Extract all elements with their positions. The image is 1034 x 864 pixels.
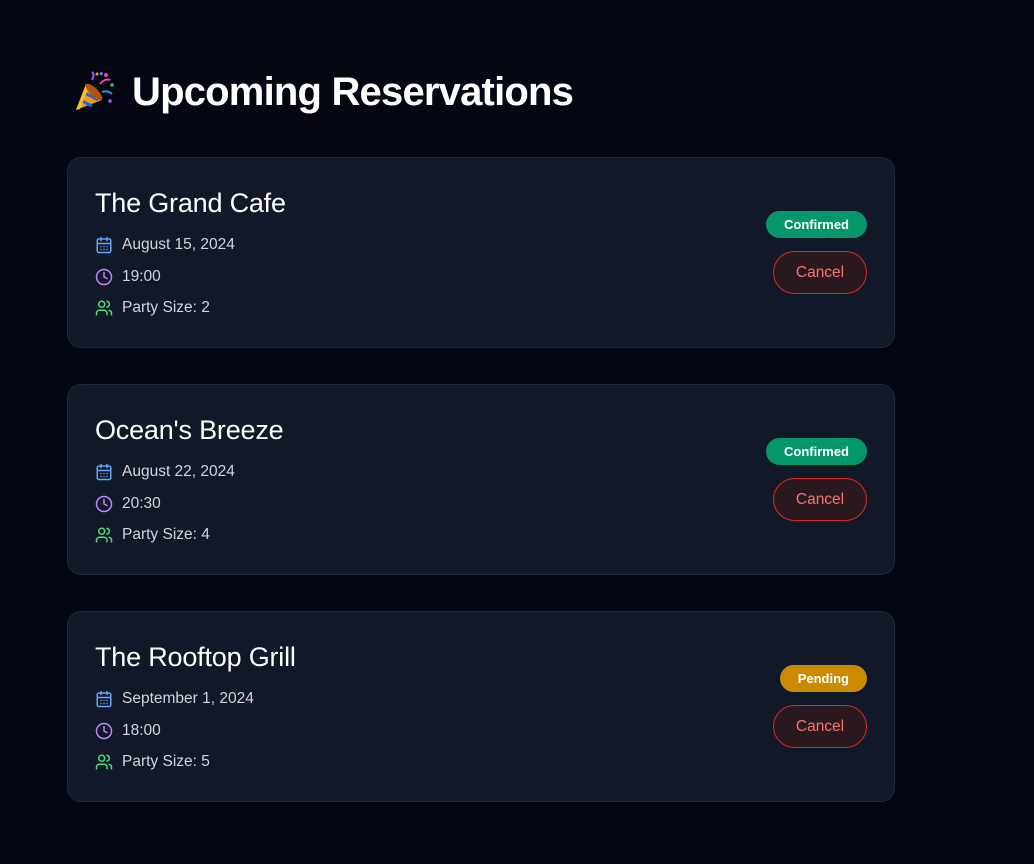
restaurant-name: The Rooftop Grill (95, 642, 296, 672)
reservation-party-size: Party Size: 5 (95, 753, 210, 771)
calendar-icon (96, 463, 112, 481)
party-size-text: Party Size: 5 (122, 753, 210, 770)
date-text: August 22, 2024 (122, 463, 235, 480)
users-icon (95, 754, 113, 770)
date-text: September 1, 2024 (122, 690, 254, 707)
restaurant-name: Ocean's Breeze (95, 415, 284, 445)
reservation-party-size: Party Size: 4 (95, 526, 210, 544)
time-text: 19:00 (122, 268, 161, 285)
cancel-button[interactable]: Cancel (773, 478, 867, 521)
reservation-date: August 15, 2024 (95, 236, 235, 254)
reservation-time: 20:30 (95, 495, 161, 513)
reservation-time: 18:00 (95, 722, 161, 740)
reservations-page: Upcoming Reservations The Grand Cafe Aug… (0, 0, 1034, 864)
status-badge: Confirmed (766, 438, 867, 465)
time-text: 20:30 (122, 495, 161, 512)
time-text: 18:00 (122, 722, 161, 739)
calendar-icon (96, 236, 112, 254)
reservation-card: Ocean's Breeze August 22, 2024 20:30 Par… (67, 384, 895, 575)
reservation-card: The Grand Cafe August 15, 2024 19:00 Par… (67, 157, 895, 348)
clock-icon (95, 722, 113, 740)
users-icon (95, 527, 113, 543)
reservation-date: September 1, 2024 (95, 690, 254, 708)
cancel-button[interactable]: Cancel (773, 705, 867, 748)
calendar-icon (96, 690, 112, 708)
status-badge: Confirmed (766, 211, 867, 238)
status-badge: Pending (779, 665, 867, 692)
reservation-party-size: Party Size: 2 (95, 299, 210, 317)
clock-icon (95, 495, 113, 513)
page-header: Upcoming Reservations (72, 68, 574, 116)
clock-icon (95, 268, 113, 286)
reservation-card: The Rooftop Grill September 1, 2024 18:0… (67, 611, 895, 802)
reservation-time: 19:00 (95, 268, 161, 286)
party-popper-icon (76, 71, 114, 110)
restaurant-name: The Grand Cafe (95, 188, 286, 218)
reservation-date: August 22, 2024 (95, 463, 235, 481)
cancel-button[interactable]: Cancel (773, 251, 867, 294)
party-size-text: Party Size: 2 (122, 299, 210, 316)
date-text: August 15, 2024 (122, 236, 235, 253)
page-title: Upcoming Reservations (132, 69, 574, 114)
users-icon (95, 300, 113, 316)
party-size-text: Party Size: 4 (122, 526, 210, 543)
